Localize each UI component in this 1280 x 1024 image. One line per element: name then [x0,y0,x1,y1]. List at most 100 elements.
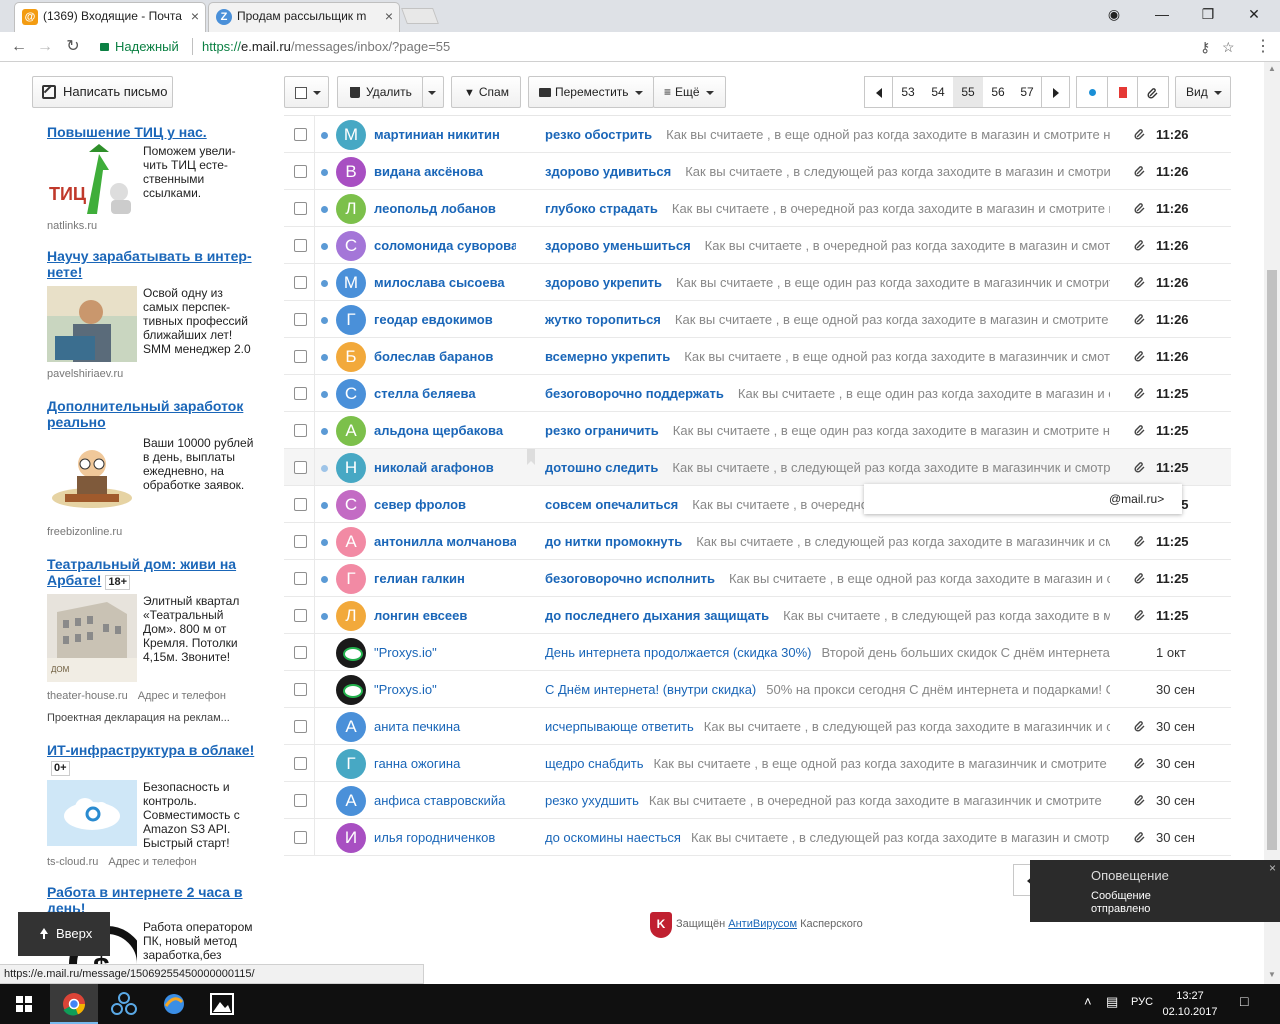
ad-image[interactable]: ДОМ [47,594,137,682]
ad-domain[interactable]: pavelshiriaev.ru [47,368,123,380]
page-link[interactable]: 56 [983,77,1013,107]
close-window-button[interactable]: ✕ [1238,4,1270,24]
unread-dot-icon[interactable] [321,502,328,509]
message-checkbox[interactable] [294,572,307,585]
message-subject-preview[interactable]: здорово удивиться Как вы считаете , в сле… [545,164,1110,179]
forward-icon[interactable]: → [34,36,56,58]
network-app-taskbar-button[interactable] [100,984,148,1024]
message-row[interactable]: Ммартиниан никитин резко обострить Как вы … [284,116,1231,153]
unread-dot-icon[interactable] [321,132,328,139]
message-row[interactable]: "Proxys.io" С Днём интернета! (внутри ски… [284,671,1231,708]
message-checkbox[interactable] [294,757,307,770]
message-row[interactable]: Аанита печкина исчерпывающе ответить Как в… [284,708,1231,745]
message-checkbox[interactable] [294,128,307,141]
message-row[interactable]: "Proxys.io" День интернета продолжается (… [284,634,1231,671]
unread-dot-icon[interactable] [321,391,328,398]
ad-block[interactable]: Театральный дом: живи на Арбате! 18+ ДОМ … [47,556,262,706]
bookmark-star-icon[interactable]: ☆ [1222,39,1235,56]
ad-image[interactable] [47,286,137,362]
select-all-dropdown[interactable] [284,76,329,108]
filter-flagged-button[interactable] [1107,77,1138,107]
flag-marker-icon[interactable] [527,449,535,465]
more-dropdown[interactable]: ≡ Ещё [653,76,726,108]
message-checkbox[interactable] [294,609,307,622]
sender-name[interactable]: ганна ожогина [374,756,516,771]
scrollbar-thumb[interactable] [1267,270,1277,850]
unread-dot-icon[interactable] [321,317,328,324]
ad-block[interactable]: Повышение ТИЦ у нас. ТИЦ Поможем увели- … [47,124,262,234]
ad-block[interactable]: Научу зарабатывать в интер-нете! Освой о… [47,248,262,380]
close-tab-icon[interactable]: × [191,3,199,29]
ad-title[interactable]: Научу зарабатывать в интер-нете! [47,248,262,280]
sender-name[interactable]: альдона щербакова [374,423,516,438]
unread-dot-icon[interactable] [321,465,328,472]
message-subject-preview[interactable]: безоговорочно поддержать Как вы считаете … [545,386,1110,401]
unread-dot-icon[interactable] [321,354,328,361]
reload-icon[interactable]: ↻ [62,36,84,58]
page-link[interactable]: 54 [923,77,953,107]
ad-image[interactable] [47,436,137,512]
sender-name[interactable]: николай агафонов [374,460,516,475]
message-row[interactable]: Гганна ожогина щедро снабдить Как вы счита… [284,745,1231,782]
prev-page-button[interactable] [865,77,893,107]
scroll-down-arrow-icon[interactable]: ▼ [1267,970,1277,979]
message-row[interactable]: Ллеопольд лобанов глубоко страдать Как вы … [284,190,1231,227]
sender-name[interactable]: север фролов [374,497,516,512]
unread-dot-icon[interactable] [321,613,328,620]
sender-name[interactable]: гелиан галкин [374,571,516,586]
ad-block[interactable]: Дополнительный заработок реально Ваши 10… [47,398,262,538]
message-subject-preview[interactable]: С Днём интернета! (внутри скидка) 50% на … [545,682,1110,697]
ad-address-link[interactable]: Адрес и телефон [108,856,196,868]
action-center-icon[interactable]: □ [1240,993,1248,1009]
language-indicator[interactable]: РУС [1131,996,1153,1008]
menu-icon[interactable]: ⋮ [1252,36,1274,58]
ad-image[interactable] [47,780,137,846]
sender-name[interactable]: "Proxys.io" [374,645,516,660]
message-subject-preview[interactable]: глубоко страдать Как вы считаете , в очер… [545,201,1110,216]
message-subject-preview[interactable]: резко ограничить Как вы считаете , в еще … [545,423,1110,438]
message-subject-preview[interactable]: безоговорочно исполнить Как вы считаете ,… [545,571,1110,586]
sender-name[interactable]: "Proxys.io" [374,682,516,697]
ad-title[interactable]: Дополнительный заработок реально [47,398,262,430]
sender-name[interactable]: мартиниан никитин [374,127,516,142]
close-tab-icon[interactable]: × [385,3,393,29]
message-subject-preview[interactable]: до оскомины наесться Как вы считаете , в … [545,830,1110,845]
message-row[interactable]: Иилья городниченков до оскомины наесться К… [284,819,1231,856]
message-row[interactable]: Аальдона щербакова резко ограничить Как вы… [284,412,1231,449]
view-dropdown[interactable]: Вид [1175,76,1231,108]
message-checkbox[interactable] [294,831,307,844]
message-subject-preview[interactable]: День интернета продолжается (скидка 30%)… [545,645,1110,660]
filter-attachments-button[interactable] [1138,77,1168,107]
sender-name[interactable]: леопольд лобанов [374,201,516,216]
message-subject-preview[interactable]: резко обострить Как вы считаете , в еще о… [545,127,1110,142]
message-row[interactable]: Аанфиса ставровскийа резко ухудшить Как вы… [284,782,1231,819]
message-subject-preview[interactable]: исчерпывающе ответить Как вы считаете , в… [545,719,1110,734]
taskbar-clock[interactable]: 13:27 02.10.2017 [1160,988,1220,1020]
ad-domain[interactable]: freebizonline.ru [47,526,122,538]
message-checkbox[interactable] [294,461,307,474]
network-tray-icon[interactable]: ▤ [1106,994,1118,1010]
sender-name[interactable]: соломонида суворова [374,238,516,253]
unread-dot-icon[interactable] [321,169,328,176]
unread-dot-icon[interactable] [321,206,328,213]
message-checkbox[interactable] [294,239,307,252]
message-checkbox[interactable] [294,387,307,400]
scroll-up-button[interactable]: Вверх [18,912,110,956]
message-row[interactable]: Ггелиан галкин безоговорочно исполнить Как… [284,560,1231,597]
message-checkbox[interactable] [294,424,307,437]
browser-tab-inbox[interactable]: @ (1369) Входящие - Почта × [14,2,206,32]
photos-taskbar-button[interactable] [198,984,246,1024]
message-checkbox[interactable] [294,646,307,659]
filter-unread-button[interactable] [1077,77,1107,107]
message-checkbox[interactable] [294,794,307,807]
new-tab-button[interactable] [401,8,439,24]
page-link-current[interactable]: 55 [953,77,983,107]
antivirus-link[interactable]: АнтиВирусом [728,918,797,930]
page-scrollbar[interactable]: ▲ ▼ [1264,62,1280,984]
scroll-up-arrow-icon[interactable]: ▲ [1267,64,1277,73]
browser-tab-forum[interactable]: Z Продам рассыльщик m × [208,2,400,32]
message-row[interactable]: Ссоломонида суворова здорово уменьшиться К… [284,227,1231,264]
delete-button[interactable]: Удалить [337,76,423,108]
back-icon[interactable]: ← [8,36,30,58]
message-row[interactable]: Ллонгин евсеев до последнего дыхания защи… [284,597,1231,634]
